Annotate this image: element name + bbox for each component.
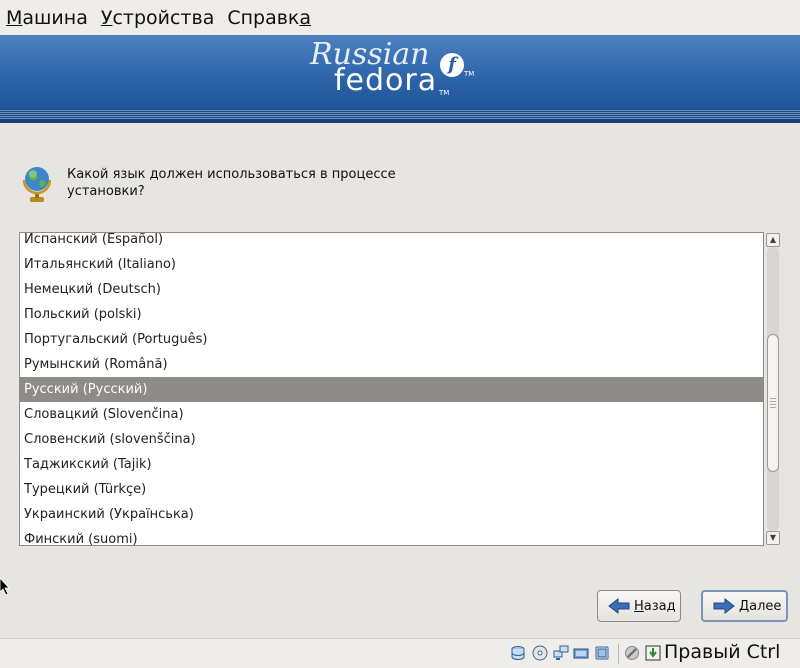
language-item[interactable]: Турецкий (Türkçe) <box>20 477 763 502</box>
mouse-integration-icon[interactable] <box>624 645 640 661</box>
language-item[interactable]: Словенский (slovenščina) <box>20 427 763 452</box>
host-key-label: Правый Ctrl <box>664 641 781 663</box>
network-icon[interactable] <box>553 645 569 661</box>
usb-icon[interactable] <box>573 645 589 661</box>
language-question: Какой язык должен использоваться в проце… <box>67 167 396 199</box>
shared-folder-icon[interactable] <box>594 645 610 661</box>
logo-tm-mark: TM <box>464 70 475 78</box>
menu-help[interactable]: Справка <box>227 7 311 29</box>
language-item[interactable]: Испанский (Español) <box>20 233 763 252</box>
host-key-icon[interactable] <box>645 645 661 661</box>
language-item[interactable]: Немецкий (Deutsch) <box>20 277 763 302</box>
next-button-label: Далее <box>739 598 782 614</box>
language-item[interactable]: Финский (suomi) <box>20 527 763 545</box>
next-button[interactable]: Далее <box>701 590 788 622</box>
menu-machine[interactable]: Машина <box>6 7 88 29</box>
vm-menubar: Машина Устройства Справка <box>0 0 800 35</box>
back-button-label: Назад <box>634 598 676 614</box>
scroll-up-arrow-icon[interactable]: ▲ <box>766 233 780 247</box>
next-arrow-icon <box>713 598 735 614</box>
language-item[interactable]: Польский (polski) <box>20 302 763 327</box>
statusbar-separator <box>618 644 619 664</box>
back-arrow-icon <box>608 598 630 614</box>
scroll-down-arrow-icon[interactable]: ▼ <box>766 531 780 545</box>
back-button[interactable]: Назад <box>597 590 681 622</box>
language-item[interactable]: Словацкий (Slovenčina) <box>20 402 763 427</box>
menu-devices[interactable]: Устройства <box>101 7 214 29</box>
installer-banner: Russian fedora TM f TM <box>0 35 800 123</box>
russian-fedora-logo: Russian fedora TM f TM <box>300 37 500 107</box>
logo-fedora-text: fedora <box>334 63 438 98</box>
language-item[interactable]: Румынский (Română) <box>20 352 763 377</box>
language-item[interactable]: Итальянский (Italiano) <box>20 252 763 277</box>
fedora-infinity-icon: f <box>440 53 464 77</box>
banner-bottom-border <box>0 119 800 123</box>
hard-disk-icon[interactable] <box>510 645 526 661</box>
language-item[interactable]: Таджикский (Tajik) <box>20 452 763 477</box>
language-list-scrollbar[interactable]: ▲ ▼ <box>765 232 781 546</box>
optical-drive-icon[interactable] <box>532 645 548 661</box>
language-item-selected[interactable]: Русский (Русский) <box>20 377 763 402</box>
language-item[interactable]: Украинский (Українська) <box>20 502 763 527</box>
logo-tm: TM <box>439 89 450 97</box>
scrollbar-grip <box>770 398 776 408</box>
language-list[interactable]: Испанский (Español) Итальянский (Italian… <box>19 232 764 546</box>
language-item[interactable]: Португальский (Português) <box>20 327 763 352</box>
scrollbar-thumb[interactable] <box>767 334 779 472</box>
globe-icon <box>22 167 52 202</box>
vm-statusbar: Правый Ctrl <box>0 638 800 668</box>
mouse-cursor-icon <box>0 578 10 596</box>
